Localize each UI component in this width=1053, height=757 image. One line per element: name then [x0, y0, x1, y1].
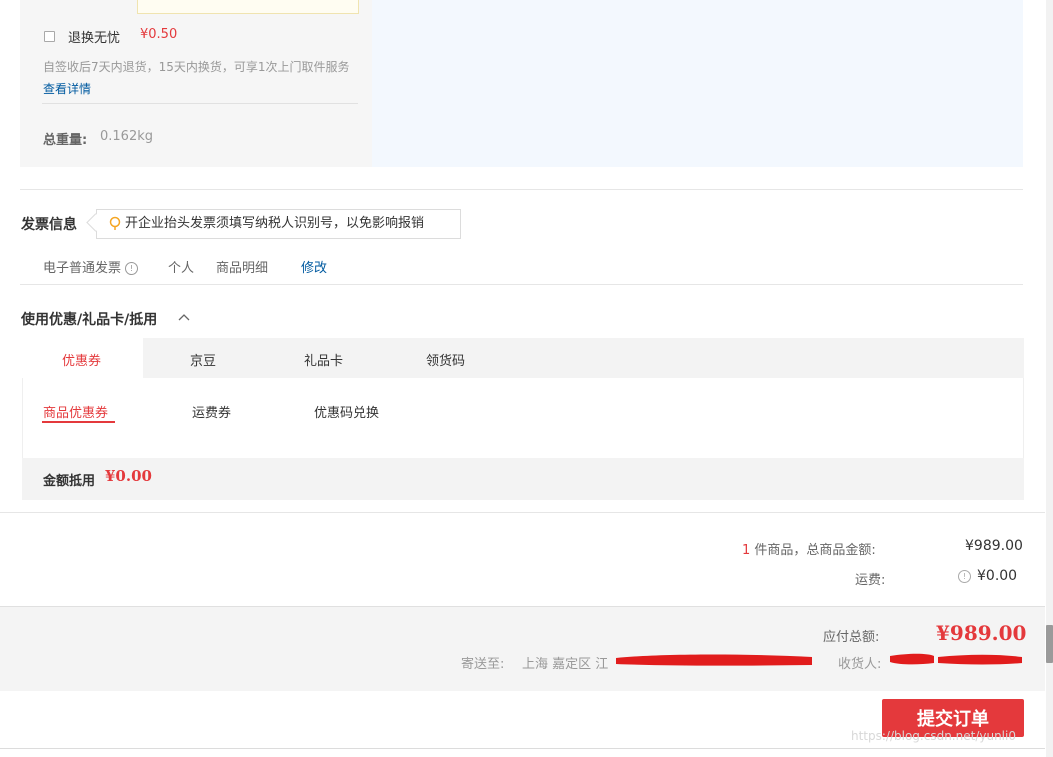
- item-count: 1: [742, 543, 751, 558]
- item-summary-text: 件商品，总商品金额:: [754, 543, 876, 558]
- invoice-person: 个人: [168, 261, 195, 276]
- freight-value-wrap: ! ¥0.00: [958, 568, 1017, 584]
- coupon-section-title[interactable]: 使用优惠/礼品卡/抵用: [21, 309, 157, 329]
- view-details-link[interactable]: 查看详情: [43, 82, 91, 96]
- ship-to-label: 寄送至:: [461, 657, 505, 672]
- invoice-tip-box: 开企业抬头发票须填写纳税人识别号，以免影响报销: [96, 209, 461, 239]
- invoice-title: 发票信息: [21, 217, 77, 233]
- freight-value: ¥0.00: [977, 568, 1018, 584]
- return-service-checkbox[interactable]: [44, 31, 55, 42]
- coupon-tab-bar: [22, 338, 1024, 378]
- info-icon[interactable]: !: [958, 570, 971, 583]
- subtab-product-coupon[interactable]: 商品优惠券: [43, 402, 108, 421]
- invoice-edit-link[interactable]: 修改: [301, 257, 327, 276]
- invoice-tip-text: 开企业抬头发票须填写纳税人识别号，以免影响报销: [125, 216, 425, 231]
- return-service-name: 退换无忧: [68, 31, 121, 46]
- lightbulb-icon: [109, 216, 121, 230]
- deduction-value: ¥0.00: [105, 467, 152, 485]
- total-weight-label: 总重量:: [43, 133, 88, 148]
- service-separator: [42, 103, 358, 104]
- deduction-bar: [22, 458, 1024, 500]
- item-total-value: ¥989.00: [965, 538, 1023, 554]
- invoice-detail: 商品明细: [216, 261, 269, 276]
- item-summary-label: 1 件商品，总商品金额:: [742, 539, 876, 558]
- receiver-label: 收货人:: [838, 657, 882, 672]
- chevron-up-icon[interactable]: [178, 312, 190, 322]
- subtab-redeem-code[interactable]: 优惠码兑换: [314, 402, 379, 421]
- return-service-description: 自签收后7天内退货，15天内换货，可享1次上门取件服务 查看详情: [43, 56, 363, 100]
- notice-box-edge: [137, 0, 359, 14]
- return-service-price: ¥0.50: [140, 27, 178, 42]
- section-divider: [0, 512, 1045, 513]
- total-bar: [0, 606, 1045, 691]
- return-service-desc-text: 自签收后7天内退货，15天内换货，可享1次上门取件服务: [43, 60, 350, 74]
- subtab-freight-coupon[interactable]: 运费券: [192, 402, 231, 421]
- tab-gift-card[interactable]: 礼品卡: [304, 350, 343, 369]
- info-icon[interactable]: !: [125, 262, 139, 275]
- watermark-text: https://blog.csdn.net/yunli0: [851, 729, 1016, 743]
- bottom-divider: [0, 748, 1045, 749]
- invoice-type: 电子普通发票!: [43, 257, 139, 276]
- freight-label: 运费:: [855, 573, 886, 588]
- ship-to-address: 上海 嘉定区 江: [522, 657, 609, 672]
- redaction-mark: [890, 653, 1022, 665]
- section-divider: [20, 284, 1023, 285]
- total-weight-value: 0.162kg: [100, 129, 153, 144]
- scrollbar-thumb[interactable]: [1046, 625, 1053, 663]
- tab-coupon[interactable]: 优惠券: [62, 350, 101, 369]
- payable-label: 应付总额:: [823, 630, 880, 645]
- invoice-type-label: 电子普通发票: [43, 261, 122, 276]
- subtab-active-underline: [42, 421, 115, 423]
- tab-pickup-code[interactable]: 领货码: [426, 350, 465, 369]
- redaction-mark: [616, 654, 812, 666]
- payable-value: ¥989.00: [936, 621, 1027, 645]
- section-divider: [20, 189, 1023, 190]
- tab-jingdou[interactable]: 京豆: [190, 350, 216, 369]
- deduction-label: 金额抵用: [43, 474, 96, 489]
